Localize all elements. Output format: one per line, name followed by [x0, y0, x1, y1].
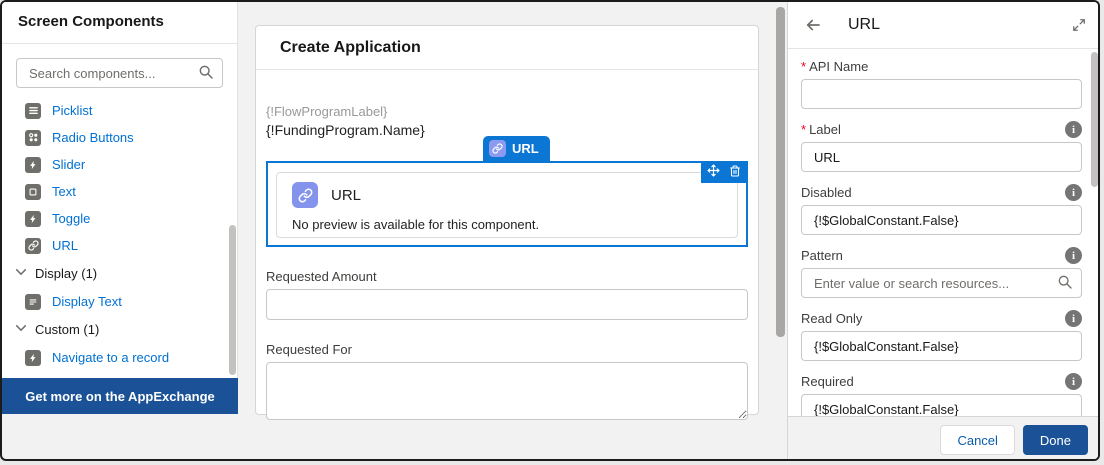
info-icon[interactable]	[1065, 310, 1082, 327]
expand-icon[interactable]	[1072, 18, 1086, 32]
requested-for-textarea[interactable]	[266, 362, 748, 420]
field-label: Requested For	[266, 342, 748, 357]
prop-label: Pattern	[801, 248, 843, 263]
url-icon	[25, 238, 41, 254]
search-input[interactable]	[16, 58, 223, 88]
radio-buttons-icon	[25, 130, 41, 146]
toggle-icon	[25, 211, 41, 227]
disabled-input[interactable]	[801, 205, 1082, 235]
sidebar-item-picklist[interactable]: Picklist	[2, 97, 237, 124]
done-button[interactable]: Done	[1023, 425, 1088, 455]
properties-footer: Cancel Done	[788, 416, 1100, 461]
sidebar-item-navigate-to-a-record[interactable]: Navigate to a record	[2, 344, 237, 371]
component-preview: URL No preview is available for this com…	[276, 172, 738, 238]
label-input[interactable]	[801, 142, 1082, 172]
prop-field-read-only: Read Only	[801, 310, 1082, 361]
sidebar-item-label: Toggle	[52, 211, 90, 226]
prop-field-disabled: Disabled	[801, 184, 1082, 235]
move-icon[interactable]	[707, 164, 720, 182]
selected-component-badge[interactable]: URL	[483, 136, 550, 161]
info-icon[interactable]	[1065, 184, 1082, 201]
url-properties-panel: URL * API Name * Label	[787, 2, 1100, 461]
navigate-icon	[25, 350, 41, 366]
back-arrow-icon[interactable]	[804, 16, 822, 34]
prop-field-pattern: Pattern	[801, 247, 1082, 298]
info-icon[interactable]	[1065, 247, 1082, 264]
no-preview-message: No preview is available for this compone…	[292, 217, 722, 232]
picklist-icon	[25, 103, 41, 119]
panel-title: Screen Components	[2, 2, 237, 44]
requested-amount-input[interactable]	[266, 289, 748, 320]
sidebar-item-display-text[interactable]: Display Text	[2, 288, 237, 315]
display-text-icon	[25, 294, 41, 310]
sidebar-item-text[interactable]: Text	[2, 178, 237, 205]
sidebar-item-label: URL	[52, 238, 78, 253]
sidebar-section-label: Display (1)	[35, 266, 97, 281]
component-title: URL	[331, 187, 361, 204]
chevron-down-icon	[15, 322, 27, 337]
appexchange-banner[interactable]: Get more on the AppExchange	[2, 378, 238, 414]
screen-title: Create Application	[256, 26, 758, 70]
prop-label: API Name	[809, 59, 868, 74]
sidebar-item-label: Slider	[52, 157, 85, 172]
screen-components-panel: Screen Components Picklist Radio Buttons	[2, 2, 238, 414]
sidebar-item-toggle[interactable]: Toggle	[2, 205, 237, 232]
sidebar-section-label: Custom (1)	[35, 322, 99, 337]
api-name-input[interactable]	[801, 79, 1082, 109]
chevron-down-icon	[15, 266, 27, 281]
prop-label: Read Only	[801, 311, 862, 326]
sidebar-item-label: Picklist	[52, 103, 92, 118]
search-icon	[198, 64, 214, 85]
trash-icon[interactable]	[729, 164, 741, 182]
pattern-input[interactable]	[801, 268, 1082, 298]
slider-icon	[25, 157, 41, 173]
flow-screen-editor: Screen Components Picklist Radio Buttons	[0, 0, 1100, 461]
prop-field-label: * Label	[801, 121, 1082, 172]
prop-label: Disabled	[801, 185, 852, 200]
link-icon	[489, 140, 506, 157]
badge-label: URL	[512, 141, 539, 156]
sidebar-item-label: Text	[52, 184, 76, 199]
cancel-button[interactable]: Cancel	[940, 425, 1014, 455]
required-asterisk: *	[801, 59, 806, 74]
info-icon[interactable]	[1065, 121, 1082, 138]
sidebar-item-label: Navigate to a record	[52, 350, 169, 365]
sidebar-scrollbar[interactable]	[229, 225, 236, 375]
sidebar-item-url[interactable]: URL	[2, 232, 237, 259]
required-asterisk: *	[801, 122, 806, 137]
read-only-input[interactable]	[801, 331, 1082, 361]
screen-preview-card: Create Application {!FlowProgramLabel} {…	[255, 25, 759, 415]
url-component-icon	[292, 182, 318, 208]
field-label: Requested Amount	[266, 269, 748, 284]
flow-program-label-ref: {!FlowProgramLabel}	[266, 104, 748, 119]
properties-title: URL	[848, 16, 880, 34]
sidebar-item-slider[interactable]: Slider	[2, 151, 237, 178]
selected-url-component[interactable]: URL No preview is available for this com…	[266, 161, 748, 247]
text-icon	[25, 184, 41, 200]
sidebar-item-label: Display Text	[52, 294, 122, 309]
screen-canvas: Create Application {!FlowProgramLabel} {…	[238, 2, 787, 461]
component-list: Picklist Radio Buttons Slider Text	[2, 97, 237, 371]
canvas-field-requested-for: Requested For	[266, 342, 748, 425]
prop-label: Label	[809, 122, 841, 137]
component-toolbar	[701, 162, 747, 183]
canvas-scrollbar[interactable]	[776, 7, 785, 337]
search-icon	[1057, 274, 1073, 295]
sidebar-item-radio-buttons[interactable]: Radio Buttons	[2, 124, 237, 151]
sidebar-section-display[interactable]: Display (1)	[2, 259, 237, 288]
prop-field-api-name: * API Name	[801, 58, 1082, 109]
sidebar-section-custom[interactable]: Custom (1)	[2, 315, 237, 344]
sidebar-item-label: Radio Buttons	[52, 130, 134, 145]
canvas-field-requested-amount: Requested Amount	[266, 269, 748, 320]
properties-scrollbar[interactable]	[1091, 52, 1098, 187]
prop-label: Required	[801, 374, 854, 389]
info-icon[interactable]	[1065, 373, 1082, 390]
